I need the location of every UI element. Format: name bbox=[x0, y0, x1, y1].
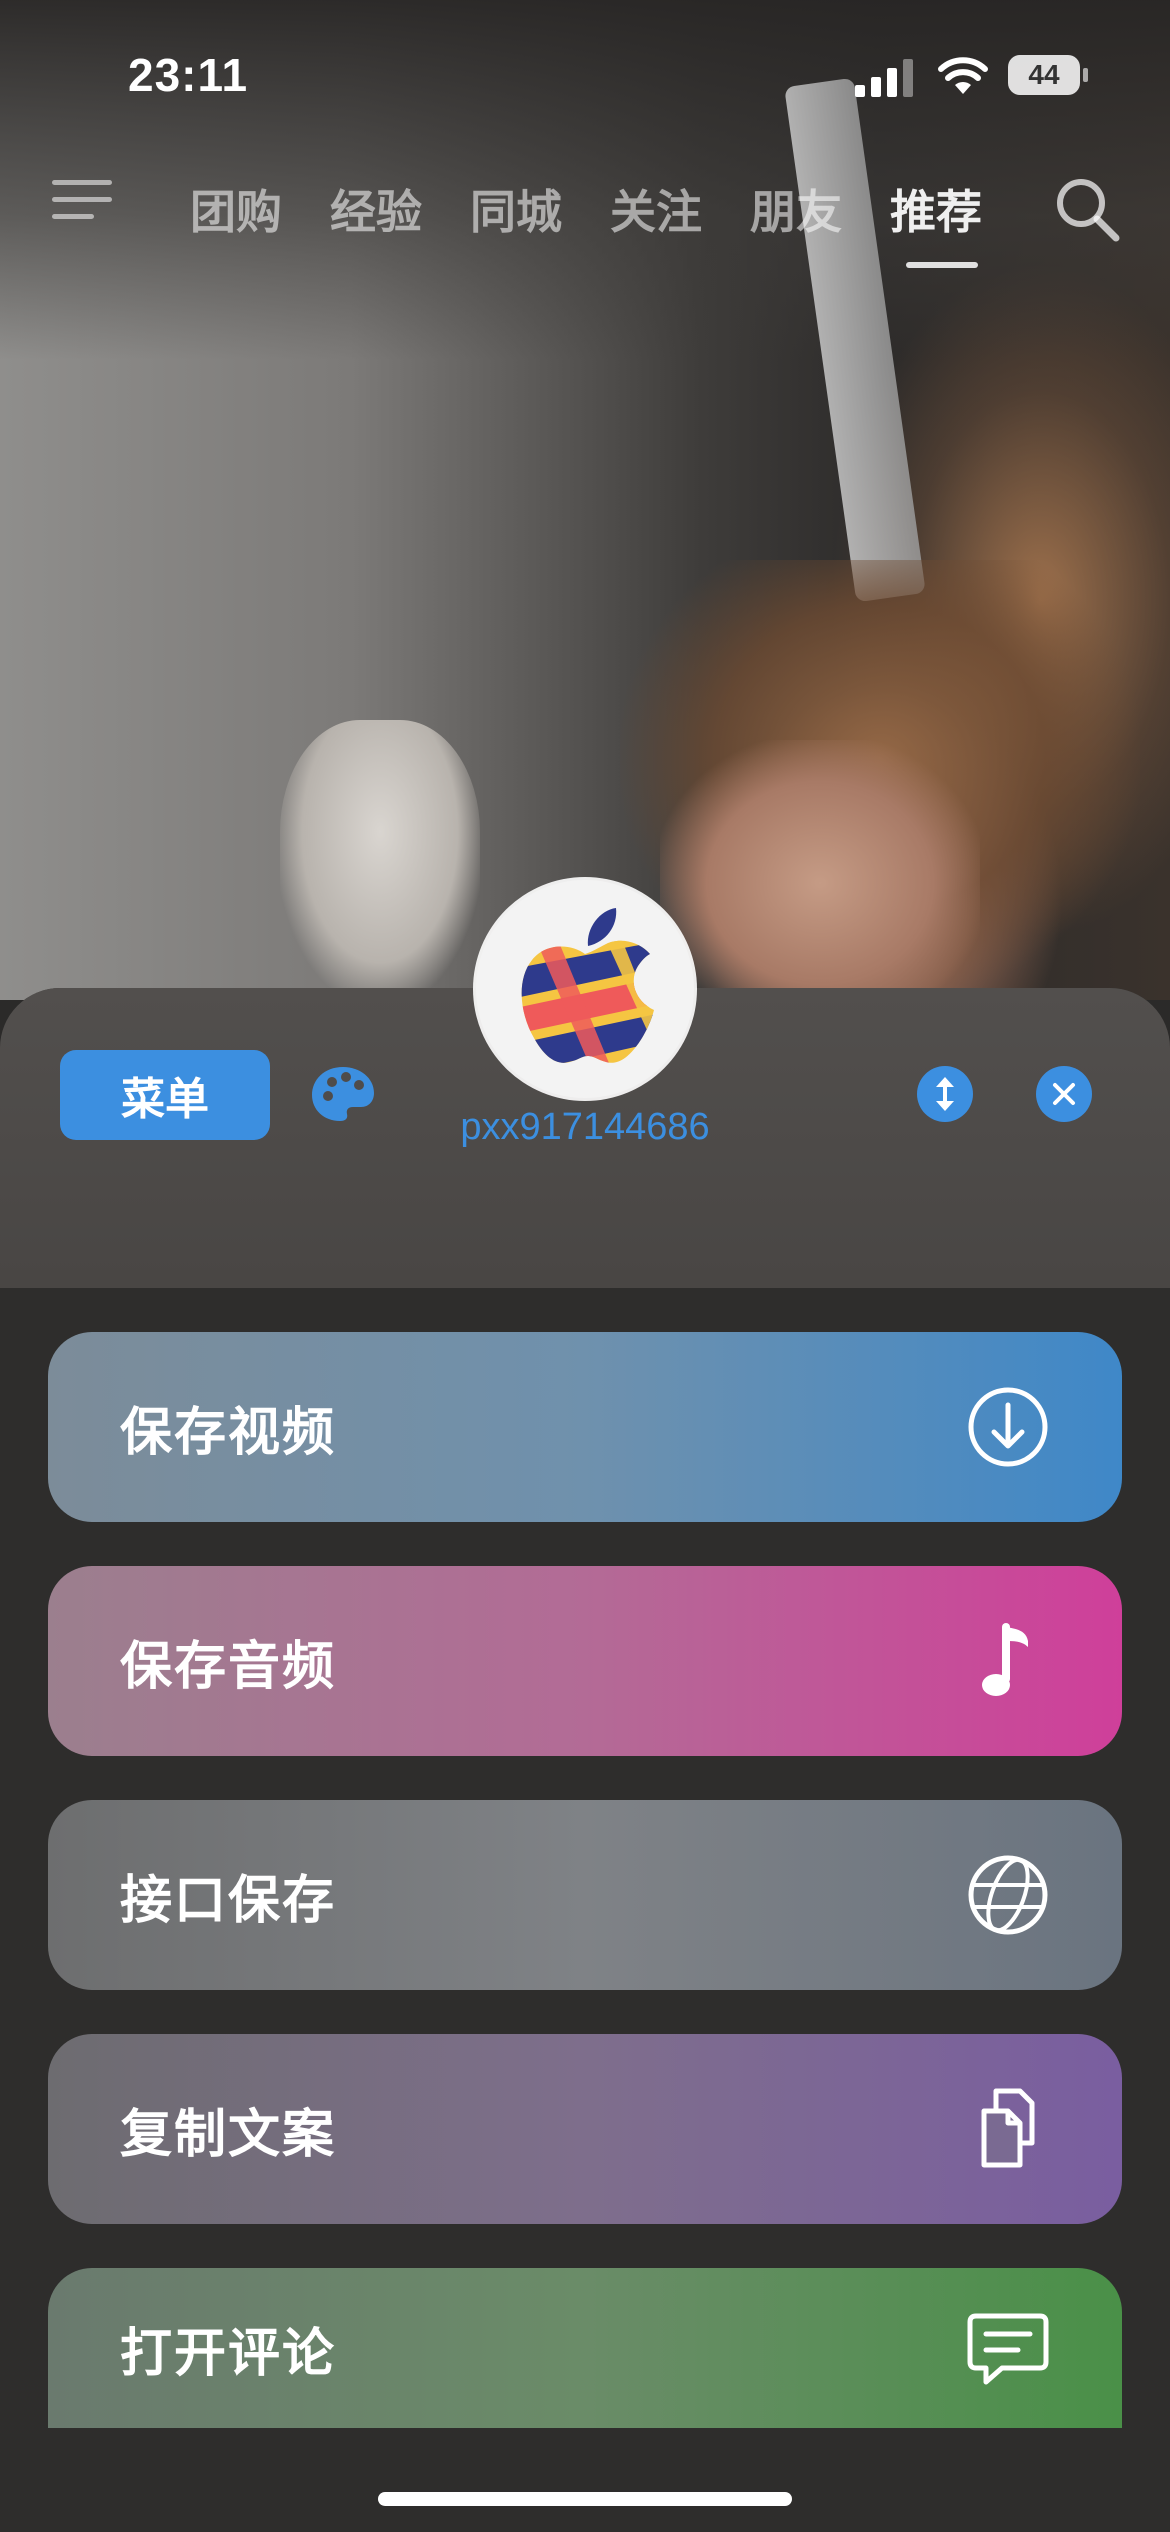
wifi-icon bbox=[938, 57, 988, 94]
tab-tuijian[interactable]: 推荐 bbox=[890, 176, 1030, 242]
hamburger-menu-icon[interactable] bbox=[52, 180, 116, 230]
tab-jingyan[interactable]: 经验 bbox=[330, 176, 470, 242]
save-video-button[interactable]: 保存视频 bbox=[48, 1332, 1122, 1522]
api-save-button[interactable]: 接口保存 bbox=[48, 1800, 1122, 1990]
search-icon[interactable] bbox=[1052, 174, 1122, 244]
save-video-label: 保存视频 bbox=[120, 1402, 337, 1463]
apple-logo-icon bbox=[521, 908, 655, 1063]
video-hand bbox=[280, 720, 480, 1000]
tab-tuangou[interactable]: 团购 bbox=[190, 176, 330, 242]
menu-button[interactable]: 菜单 bbox=[60, 1050, 270, 1140]
save-audio-label: 保存音频 bbox=[120, 1636, 337, 1697]
video-face bbox=[660, 740, 980, 1000]
api-save-label: 接口保存 bbox=[120, 1870, 337, 1931]
copy-text-label: 复制文案 bbox=[120, 2104, 337, 2165]
globe-icon bbox=[966, 1853, 1050, 1937]
vertical-arrows-icon bbox=[936, 1077, 954, 1111]
status-time: 23:11 bbox=[128, 49, 249, 101]
video-background[interactable] bbox=[0, 0, 1170, 1000]
copy-documents-icon bbox=[966, 2087, 1050, 2171]
status-bar: 23:11 44 bbox=[0, 0, 1170, 150]
tab-tongcheng[interactable]: 同城 bbox=[470, 176, 610, 242]
open-comments-button[interactable]: 打开评论 bbox=[48, 2268, 1122, 2428]
battery-icon: 44 bbox=[1008, 55, 1088, 97]
save-audio-button[interactable]: 保存音频 bbox=[48, 1566, 1122, 1756]
chat-bubble-icon bbox=[966, 2306, 1050, 2390]
open-comments-label: 打开评论 bbox=[120, 2323, 337, 2384]
resize-button[interactable] bbox=[917, 1066, 973, 1122]
download-circle-icon bbox=[966, 1385, 1050, 1469]
tab-guanzhu[interactable]: 关注 bbox=[610, 176, 750, 242]
tab-pengyou[interactable]: 朋友 bbox=[750, 176, 890, 242]
cellular-signal-icon bbox=[855, 59, 913, 97]
avatar[interactable] bbox=[476, 880, 694, 1098]
copy-text-button[interactable]: 复制文案 bbox=[48, 2034, 1122, 2224]
close-icon bbox=[1053, 1083, 1075, 1105]
active-tab-indicator bbox=[906, 262, 978, 268]
top-tabs: 团购 经验 同城 关注 朋友 推荐 bbox=[190, 176, 1030, 242]
home-indicator[interactable] bbox=[378, 2492, 792, 2506]
username[interactable]: pxx917144686 bbox=[385, 1106, 785, 1149]
close-button[interactable] bbox=[1036, 1066, 1092, 1122]
palette-icon[interactable] bbox=[310, 1064, 376, 1124]
battery-level: 44 bbox=[1028, 59, 1060, 90]
music-note-icon bbox=[966, 1619, 1050, 1703]
